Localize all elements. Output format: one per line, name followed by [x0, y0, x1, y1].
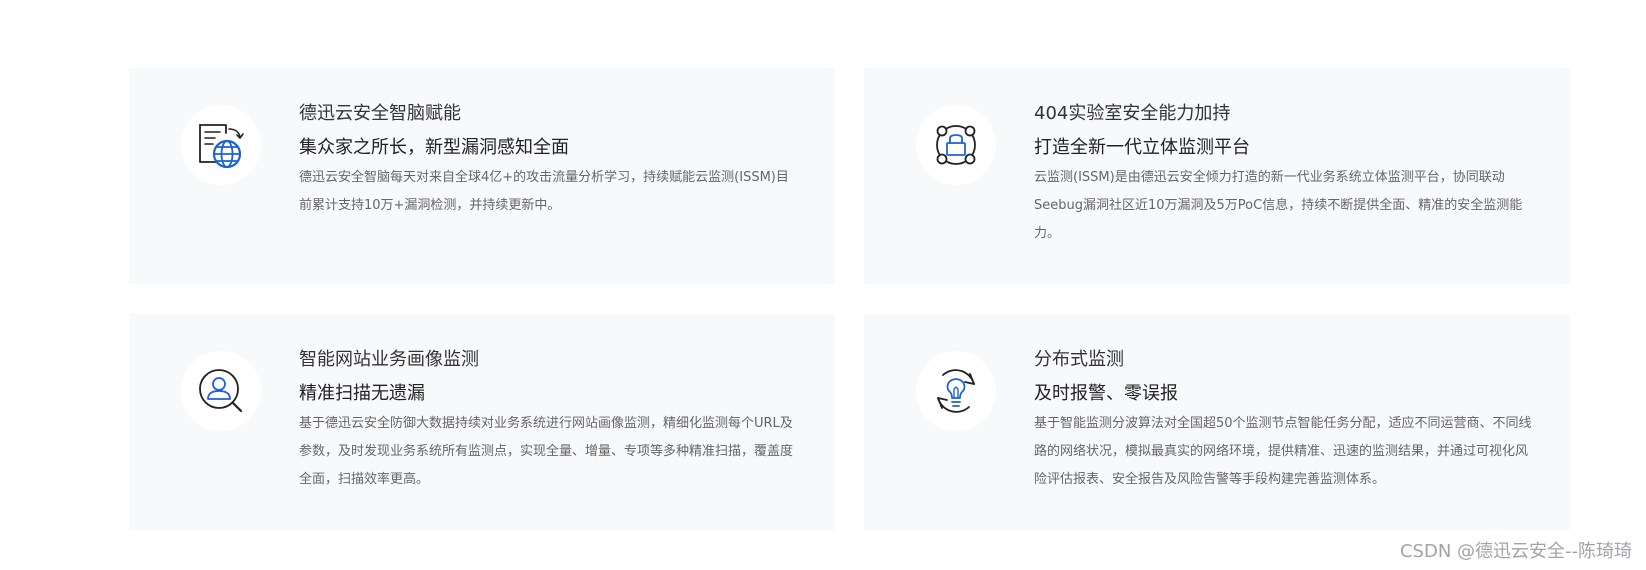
feature-title: 智能网站业务画像监测	[299, 349, 479, 370]
globe-document-icon	[199, 124, 244, 169]
feature-text: 德迅云安全智脑赋能 集众家之所长，新型漏洞感知全面 德迅云安全智脑每天对来自全球…	[299, 102, 799, 220]
feature-text: 分布式监测 及时报警、零误报 基于智能监测分波算法对全国超50个监测节点智能任务…	[1034, 348, 1534, 494]
feature-description: 基于智能监测分波算法对全国超50个监测节点智能任务分配，适应不同运营商、不同线路…	[1034, 416, 1532, 487]
feature-card-ai-brain: 德迅云安全智脑赋能 集众家之所长，新型漏洞感知全面 德迅云安全智脑每天对来自全球…	[129, 68, 835, 284]
feature-icon-circle	[181, 105, 261, 185]
feature-subtitle: 打造全新一代立体监测平台	[1034, 137, 1250, 158]
feature-icon-circle	[916, 351, 996, 431]
feature-card-site-profiling: 智能网站业务画像监测 精准扫描无遗漏 基于德迅云安全防御大数据持续对业务系统进行…	[129, 314, 835, 530]
feature-card-404-lab: 404实验室安全能力加持 打造全新一代立体监测平台 云监测(ISSM)是由德迅云…	[864, 68, 1570, 284]
feature-subtitle: 集众家之所长，新型漏洞感知全面	[299, 137, 569, 158]
feature-title: 分布式监测	[1034, 349, 1124, 370]
feature-title: 德迅云安全智脑赋能	[299, 103, 461, 124]
feature-icon-circle	[181, 351, 261, 431]
lock-network-icon	[936, 125, 976, 165]
feature-icon-circle	[916, 105, 996, 185]
feature-text: 404实验室安全能力加持 打造全新一代立体监测平台 云监测(ISSM)是由德迅云…	[1034, 102, 1534, 248]
feature-card-distributed: 分布式监测 及时报警、零误报 基于智能监测分波算法对全国超50个监测节点智能任务…	[864, 314, 1570, 530]
feature-subtitle: 及时报警、零误报	[1034, 383, 1178, 404]
feature-title: 404实验室安全能力加持	[1034, 103, 1231, 124]
feature-description: 云监测(ISSM)是由德迅云安全倾力打造的新一代业务系统立体监测平台，协同联动S…	[1034, 170, 1523, 241]
feature-description: 德迅云安全智脑每天对来自全球4亿+的攻击流量分析学习，持续赋能云监测(ISSM)…	[299, 170, 789, 213]
feature-grid: 德迅云安全智脑赋能 集众家之所长，新型漏洞感知全面 德迅云安全智脑每天对来自全球…	[0, 0, 1646, 570]
user-search-icon	[199, 369, 243, 413]
feature-description: 基于德迅云安全防御大数据持续对业务系统进行网站画像监测，精细化监测每个URL及参…	[299, 416, 794, 487]
feature-text: 智能网站业务画像监测 精准扫描无遗漏 基于德迅云安全防御大数据持续对业务系统进行…	[299, 348, 799, 494]
feature-subtitle: 精准扫描无遗漏	[299, 383, 425, 404]
lightbulb-cycle-icon	[937, 369, 975, 413]
csdn-watermark: CSDN @德迅云安全--陈琦琦	[1399, 541, 1632, 562]
